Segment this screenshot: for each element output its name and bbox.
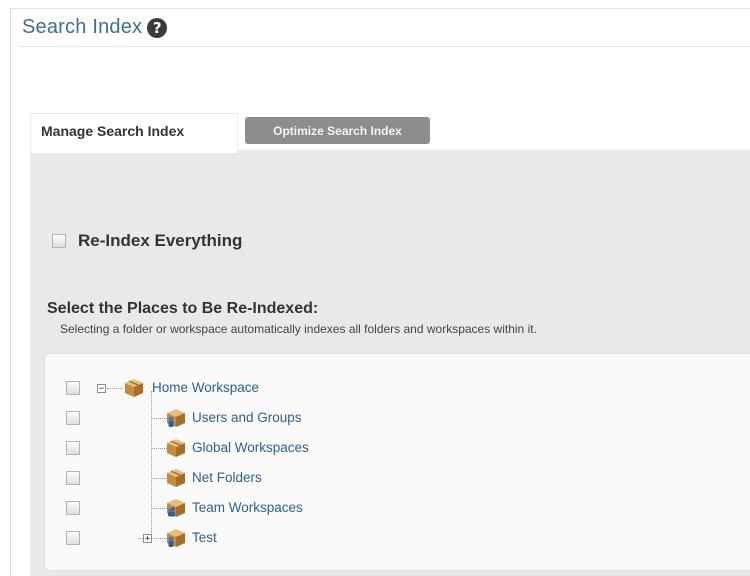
team-workspace-icon: [166, 498, 186, 518]
workspace-cube-icon: [166, 468, 186, 488]
net-folders-checkbox[interactable]: [66, 471, 80, 485]
tab-manage-search-index[interactable]: Manage Search Index: [30, 113, 238, 153]
workspace-tree: − Home Workspace Users and Groups Global…: [44, 353, 750, 571]
tab-optimize-search-index[interactable]: Optimize Search Index: [245, 117, 430, 144]
tree-label-home-workspace[interactable]: Home Workspace: [152, 380, 259, 395]
tree-label-net-folders[interactable]: Net Folders: [192, 470, 262, 485]
select-places-description: Selecting a folder or workspace automati…: [60, 322, 537, 336]
workspace-cube-icon: [166, 438, 186, 458]
collapse-toggle-icon[interactable]: −: [97, 384, 106, 394]
reindex-everything-row: Re-Index Everything: [52, 231, 242, 251]
tree-row-users-and-groups: Users and Groups: [45, 407, 750, 429]
test-checkbox[interactable]: [66, 531, 80, 545]
select-places-heading: Select the Places to Be Re-Indexed:: [47, 300, 319, 317]
home-workspace-checkbox[interactable]: [66, 381, 80, 395]
tree-row-team-workspaces: Team Workspaces: [45, 497, 750, 519]
workspace-cube-icon: [124, 378, 144, 398]
tree-connector: [107, 388, 123, 389]
page-title: Search Index: [22, 16, 143, 38]
help-icon[interactable]: ?: [147, 18, 168, 38]
header-divider: [18, 46, 750, 47]
tree-label-global-workspaces[interactable]: Global Workspaces: [192, 440, 309, 455]
expand-toggle-icon[interactable]: +: [143, 534, 152, 544]
tree-row-test: + Test: [45, 527, 750, 549]
user-workspace-icon: [166, 528, 186, 548]
tree-label-users-and-groups[interactable]: Users and Groups: [192, 410, 302, 425]
tree-row-home-workspace: − Home Workspace: [45, 377, 750, 399]
tree-label-test[interactable]: Test: [192, 530, 217, 545]
user-workspace-icon: [166, 408, 186, 428]
tree-row-global-workspaces: Global Workspaces: [45, 437, 750, 459]
reindex-everything-label: Re-Index Everything: [78, 231, 243, 250]
reindex-everything-checkbox[interactable]: [52, 234, 66, 248]
page-header: Search Index ?: [22, 16, 168, 39]
tree-row-net-folders: Net Folders: [45, 467, 750, 489]
users-and-groups-checkbox[interactable]: [66, 411, 80, 425]
frame-top-border: [10, 8, 750, 9]
frame-left-border: [10, 8, 11, 576]
team-workspaces-checkbox[interactable]: [66, 501, 80, 515]
global-workspaces-checkbox[interactable]: [66, 441, 80, 455]
tree-label-team-workspaces[interactable]: Team Workspaces: [192, 500, 303, 515]
tab-panel: Re-Index Everything Select the Places to…: [30, 150, 750, 576]
tab-manage-search-index-label: Manage Search Index: [41, 123, 185, 139]
